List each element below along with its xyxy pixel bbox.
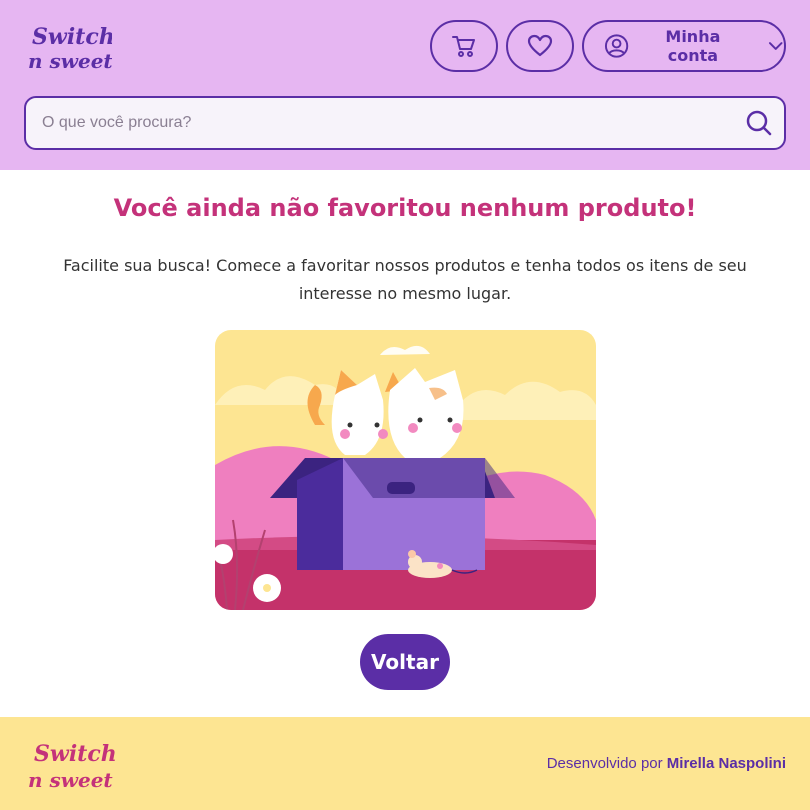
page-title: Você ainda não favoritou nenhum produto! xyxy=(113,194,697,222)
credit-text: Desenvolvido por Mirella Naspolini xyxy=(547,755,786,772)
logo-line-1: Switch xyxy=(32,24,112,50)
site-footer: Switch n sweet Desenvolvido por Mirella … xyxy=(0,717,810,810)
account-menu-button[interactable]: Minha conta xyxy=(582,20,786,72)
search-icon[interactable] xyxy=(744,108,774,138)
credit-author-link[interactable]: Mirella Naspolini xyxy=(667,755,786,772)
user-circle-icon xyxy=(604,34,629,58)
cats-in-box-illustration xyxy=(215,330,596,610)
site-header: Switch n sweet Minha conta xyxy=(0,0,810,170)
brand-logo[interactable]: Switch n sweet xyxy=(24,20,112,74)
logo-line-2: n sweet xyxy=(28,49,112,73)
account-label: Minha conta xyxy=(665,27,721,65)
footer-logo-line-2: n sweet xyxy=(28,768,113,792)
credit-prefix: Desenvolvido por xyxy=(546,755,663,772)
cart-icon xyxy=(452,36,475,57)
empty-state-description: Facilite sua busca! Comece a favoritar n… xyxy=(63,256,747,303)
favorites-button[interactable] xyxy=(506,20,574,72)
footer-logo[interactable]: Switch n sweet xyxy=(24,737,118,793)
back-button[interactable]: Voltar xyxy=(360,634,450,690)
chevron-down-icon xyxy=(768,42,783,50)
search-bar xyxy=(24,96,786,150)
search-input[interactable] xyxy=(42,110,722,136)
heart-icon xyxy=(527,34,553,57)
footer-logo-line-1: Switch xyxy=(34,741,117,767)
cart-button[interactable] xyxy=(430,20,498,72)
